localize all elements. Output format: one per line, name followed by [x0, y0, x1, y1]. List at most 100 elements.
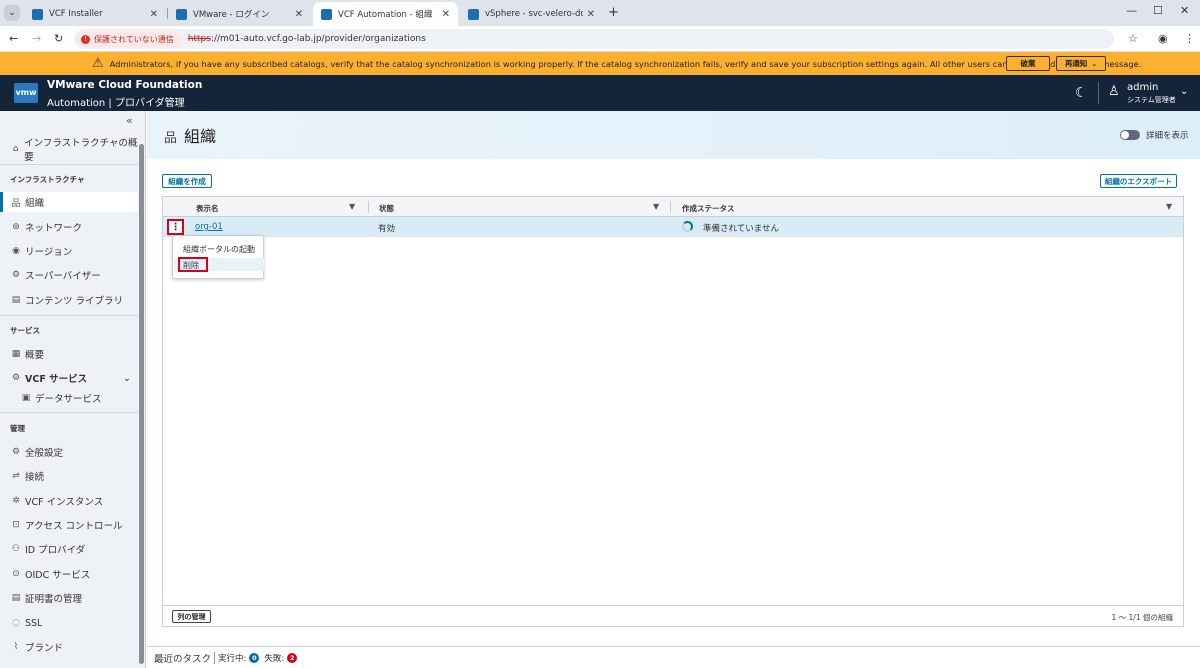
browser-menu-icon[interactable]: ⋮: [1184, 32, 1195, 45]
menu-item-launch-portal[interactable]: 組織ポータルの起動: [183, 244, 255, 255]
banner-message: Administrators, if you have any subscrib…: [109, 58, 1142, 69]
database-icon: ▣: [21, 393, 31, 403]
sidebar-item-network[interactable]: ⊛ ネットワーク: [0, 217, 138, 237]
filter-icon[interactable]: ▼: [653, 202, 659, 211]
sidebar-item-certificates[interactable]: ▤ 証明書の管理: [0, 588, 138, 608]
row-actions-menu: 組織ポータルの起動 削除: [172, 235, 264, 279]
vmw-logo: vmw: [14, 83, 38, 103]
tab-search-icon[interactable]: ⌄: [4, 5, 20, 21]
organization-icon: 品: [164, 131, 178, 146]
product-title: VMware Cloud Foundation: [47, 79, 203, 91]
access-control-icon: ⊡: [12, 520, 20, 530]
sidebar-item-ssl[interactable]: ◌ SSL: [0, 613, 138, 633]
show-details-toggle[interactable]: [1120, 130, 1140, 140]
sidebar-item-general-settings[interactable]: ⚙ 全般設定: [0, 442, 138, 462]
sidebar-item-region[interactable]: ◉ リージョン: [0, 241, 138, 261]
home-icon: ⌂: [12, 144, 19, 154]
filter-icon[interactable]: ▼: [1166, 202, 1172, 211]
sidebar-item-connections[interactable]: ⇌ 接続: [0, 466, 138, 486]
supervisor-icon: ⚙: [11, 270, 21, 280]
sidebar-item-access-control[interactable]: ⊡ アクセス コントロール: [0, 515, 138, 535]
remind-button[interactable]: 再通知 ⌄: [1056, 56, 1106, 71]
window-close-icon[interactable]: ✕: [1180, 4, 1189, 17]
sidebar-scrollbar[interactable]: [139, 144, 144, 664]
column-header-state[interactable]: 状態: [379, 203, 394, 214]
security-warning-chip[interactable]: ! 保護されていない通信: [77, 31, 180, 47]
pagination-count: 1 ～ 1/1 個の組織: [1111, 613, 1174, 622]
collapse-sidebar-icon[interactable]: «: [126, 114, 133, 127]
browser-tab-vcf-automation[interactable]: VCF Automation - 組織 ✕: [313, 2, 458, 26]
region-icon: ◉: [12, 246, 20, 256]
back-icon[interactable]: ←: [9, 32, 18, 45]
sidebar-item-supervisor[interactable]: ⚙ スーパーバイザー: [0, 265, 138, 285]
section-heading-admin: 管理: [10, 424, 25, 433]
sidebar-item-data-services[interactable]: ▣ データサービス: [0, 388, 138, 408]
sidebar-item-infra-overview[interactable]: ⌂ インフラストラクチャの概要: [0, 138, 138, 163]
instance-icon: ✲: [12, 496, 20, 506]
sidebar-item-services-overview[interactable]: ▦ 概要: [0, 344, 138, 364]
sidebar-item-content-library[interactable]: ▤ コンテンツ ライブラリ: [0, 290, 138, 310]
manage-columns-button[interactable]: 列の管理: [172, 610, 211, 623]
sidebar-item-brand[interactable]: ⌇ ブランド: [0, 637, 138, 657]
settings-icon: ⚙: [11, 447, 21, 457]
org-state: 有効: [378, 224, 396, 234]
vmware-favicon-icon: [176, 8, 187, 20]
create-organization-button[interactable]: 組織を作成: [162, 174, 212, 188]
library-icon: ▤: [11, 295, 21, 305]
browser-tab-vsphere[interactable]: vSphere - svc-velero-domain-c ✕: [460, 2, 603, 26]
close-icon[interactable]: ✕: [587, 9, 595, 20]
column-header-name[interactable]: 表示名: [196, 203, 219, 214]
org-creation-status: 準備されていません: [703, 224, 779, 234]
dark-mode-moon-icon[interactable]: ☾: [1075, 85, 1088, 101]
section-heading-infrastructure: インフラストラクチャ: [10, 175, 85, 184]
close-icon[interactable]: ✕: [295, 9, 303, 20]
user-icon[interactable]: ♙: [1108, 84, 1120, 99]
sidebar-item-vcf-services[interactable]: ⚙ VCF サービス ⌄: [0, 368, 138, 388]
sidebar-item-oidc-services[interactable]: ⊙ OIDC サービス: [0, 564, 138, 584]
row-actions-kebab-icon[interactable]: ⋮: [167, 219, 184, 235]
vmware-favicon-icon: [321, 8, 332, 20]
column-header-creation-status[interactable]: 作成ステータス: [682, 203, 735, 214]
app-header: vmw VMware Cloud Foundation Automation |…: [0, 75, 1200, 111]
warning-triangle-icon: ⚠: [92, 56, 104, 71]
table-row[interactable]: ⋮ org-01 有効 準備されていません: [163, 217, 1183, 237]
maximize-icon[interactable]: ☐: [1153, 4, 1163, 17]
profile-icon[interactable]: ◉: [1158, 32, 1168, 45]
browser-tab-strip: ⌄ VCF Installer ✕ VMware - ログイン ✕ VCF Au…: [0, 0, 1200, 26]
browser-tab-vcf-installer[interactable]: VCF Installer ✕: [24, 2, 166, 26]
show-details-label: 詳細を表示: [1146, 131, 1189, 141]
browser-tab-vmware-login[interactable]: VMware - ログイン ✕: [168, 2, 311, 26]
chevron-down-icon: ⌄: [1091, 59, 1098, 68]
filter-icon[interactable]: ▼: [349, 202, 355, 211]
new-tab-icon[interactable]: +: [608, 5, 619, 20]
user-name[interactable]: admin: [1127, 82, 1158, 93]
bookmark-star-icon[interactable]: ☆: [1128, 32, 1138, 45]
vmware-favicon-icon: [468, 8, 479, 20]
brand-icon: ⌇: [13, 642, 19, 652]
chevron-down-icon[interactable]: ⌄: [1180, 86, 1188, 97]
reload-icon[interactable]: ↻: [54, 32, 63, 45]
export-organizations-button[interactable]: 組織のエクスポート: [1100, 174, 1177, 188]
sidebar-item-organizations[interactable]: 品 組織: [0, 192, 138, 212]
sidebar-item-vcf-instances[interactable]: ✲ VCF インスタンス: [0, 491, 138, 511]
section-heading-services: サービス: [10, 326, 40, 335]
failed-count-badge[interactable]: 2: [287, 652, 298, 663]
network-icon: ⊛: [12, 222, 20, 232]
sidebar-item-id-providers[interactable]: ⚇ ID プロバイダ: [0, 539, 138, 559]
chevron-down-icon[interactable]: ⌄: [123, 373, 131, 384]
minimize-icon[interactable]: —: [1126, 4, 1137, 17]
dismiss-button[interactable]: 破棄: [1006, 56, 1050, 71]
user-role: システム管理者: [1127, 96, 1176, 104]
warning-icon: !: [81, 34, 90, 44]
recent-tasks-title[interactable]: 最近のタスク: [154, 651, 211, 665]
connection-icon: ⇌: [12, 471, 20, 481]
grid-header: 表示名 ▼ 状態 ▼ 作成ステータス ▼: [163, 197, 1183, 217]
forward-icon[interactable]: →: [32, 32, 41, 45]
certificate-icon: ▤: [11, 593, 21, 603]
running-count-badge[interactable]: 0: [249, 652, 260, 663]
close-icon[interactable]: ✕: [150, 9, 158, 20]
vmware-favicon-icon: [32, 8, 43, 20]
url-field[interactable]: ! 保護されていない通信 https ://m01-auto.vcf.go-la…: [74, 29, 1114, 49]
close-icon[interactable]: ✕: [442, 9, 450, 20]
org-name-link[interactable]: org-01: [195, 222, 223, 232]
